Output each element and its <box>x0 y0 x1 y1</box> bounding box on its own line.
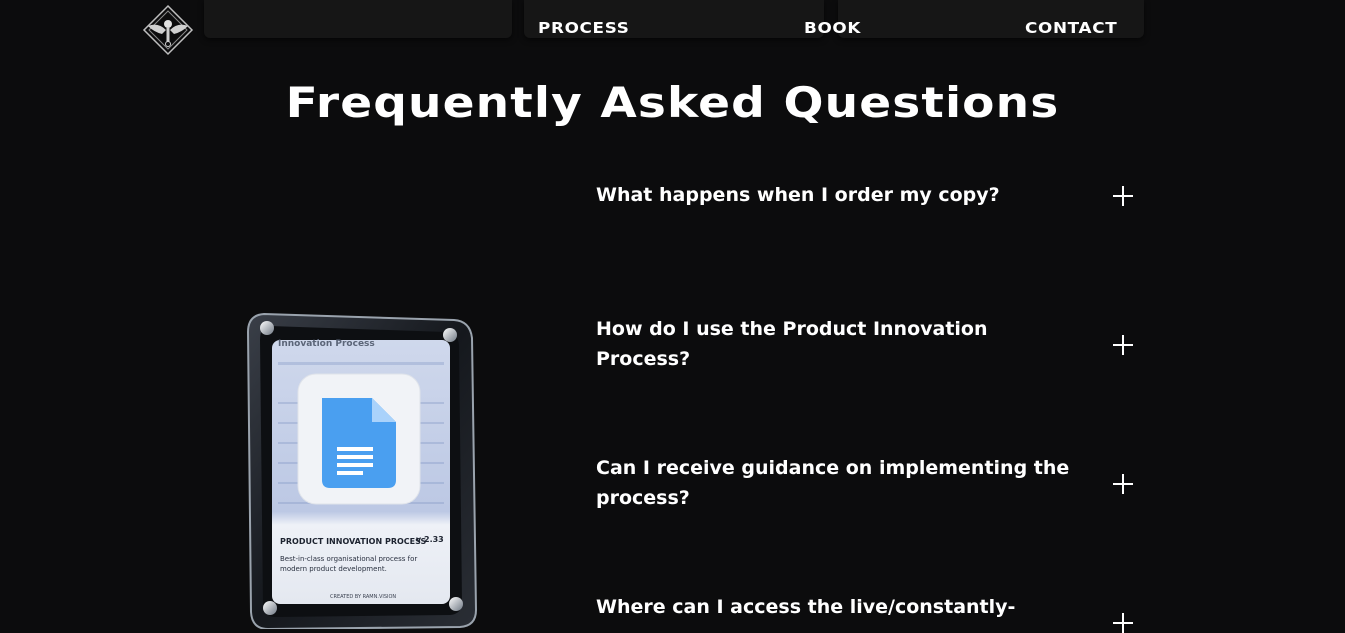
nav-link-contact[interactable]: CONTACT <box>1025 19 1117 37</box>
plus-icon[interactable] <box>1113 613 1133 633</box>
faq-question: How do I use the Product Innovation Proc… <box>596 318 988 370</box>
top-navigation: PROCESS BOOK CONTACT <box>0 0 1345 60</box>
faq-item[interactable]: What happens when I order my copy? <box>596 180 1146 210</box>
winged-emblem-icon[interactable] <box>142 4 194 56</box>
faq-item[interactable]: How do I use the Product Innovation Proc… <box>596 314 1146 374</box>
plus-icon[interactable] <box>1113 474 1133 494</box>
svg-text:CREATED BY RAMN.VISION: CREATED BY RAMN.VISION <box>330 594 396 600</box>
faq-question: Where can I access the live/constantly- <box>596 596 1016 618</box>
plus-icon[interactable] <box>1113 186 1133 206</box>
faq-item[interactable]: Can I receive guidance on implementing t… <box>596 453 1146 513</box>
faq-title: Frequently Asked Questions <box>285 78 1060 127</box>
faq-question: Can I receive guidance on implementing t… <box>596 457 1070 509</box>
svg-text:Best-in-class organisational p: Best-in-class organisational process for <box>280 555 417 563</box>
faq-item[interactable]: Where can I access the live/constantly- <box>596 592 1146 633</box>
svg-text:PRODUCT INNOVATION PROCESS: PRODUCT INNOVATION PROCESS <box>280 537 427 546</box>
faq-question: What happens when I order my copy? <box>596 184 1000 206</box>
google-docs-icon <box>322 398 396 488</box>
nav-shadow-block <box>204 0 512 38</box>
nav-link-book[interactable]: BOOK <box>804 19 861 37</box>
nav-link-process[interactable]: PROCESS <box>538 19 629 37</box>
svg-text:v 2.33: v 2.33 <box>416 535 444 544</box>
product-card-image: Innovation Process PRODUCT INNOVATION PR… <box>246 312 478 629</box>
svg-text:Innovation Process: Innovation Process <box>278 339 375 349</box>
plus-icon[interactable] <box>1113 335 1133 355</box>
svg-text:modern product development.: modern product development. <box>280 565 387 573</box>
